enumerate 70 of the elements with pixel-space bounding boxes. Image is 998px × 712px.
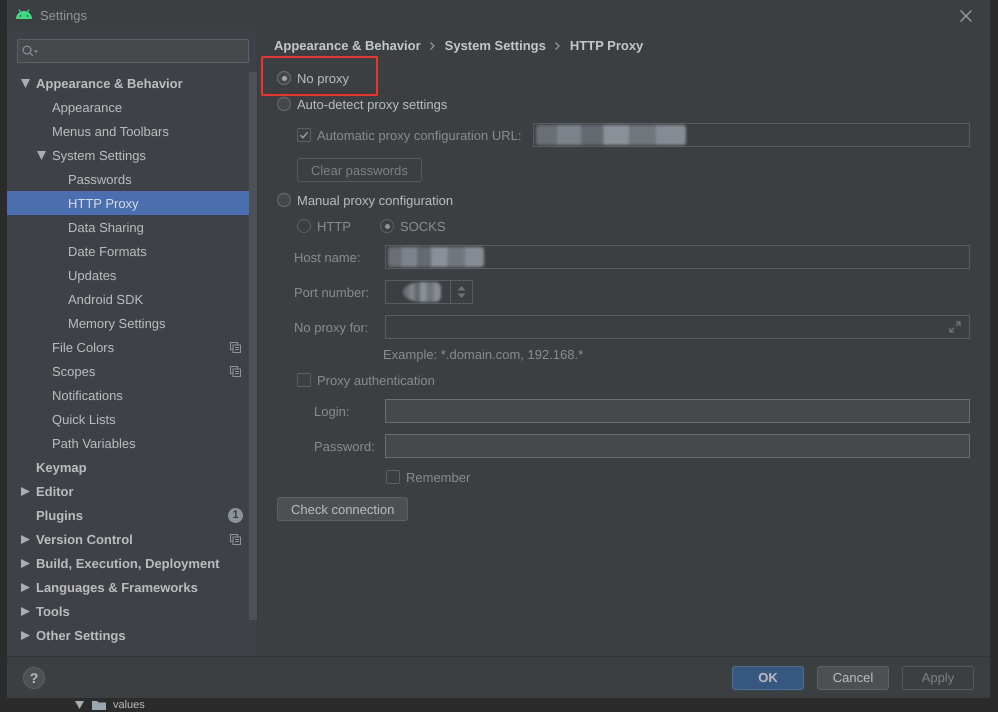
search-icon[interactable] (22, 45, 39, 57)
tree-item[interactable]: Tools (7, 599, 249, 623)
caret-down-icon[interactable] (37, 150, 46, 160)
tree-item[interactable]: Appearance (7, 95, 249, 119)
tree-item[interactable]: Scopes (7, 359, 249, 383)
field-label: Login: (314, 404, 350, 418)
url-field[interactable] (533, 123, 970, 147)
tree-item[interactable]: Notifications (7, 383, 249, 407)
radio-button[interactable] (277, 71, 291, 85)
chevron-right-icon (430, 42, 435, 50)
tree-item[interactable]: Other Settings (7, 623, 249, 647)
tree-item[interactable]: Appearance & Behavior (7, 71, 249, 95)
dialog-button[interactable]: OK (732, 666, 804, 690)
tree-item[interactable]: Build, Execution, Deployment (7, 551, 249, 575)
tree-item[interactable]: Keymap (7, 455, 249, 479)
password-field[interactable] (385, 434, 970, 458)
caret-right-icon[interactable] (21, 630, 30, 640)
radio-button[interactable] (277, 193, 291, 207)
text-field[interactable] (385, 399, 970, 423)
radio-option[interactable]: Auto-detect proxy settings (277, 94, 448, 114)
expand-icon[interactable] (949, 321, 961, 333)
text-field[interactable] (385, 315, 970, 339)
radio-button[interactable] (277, 97, 291, 111)
field-label: Host name: (294, 250, 362, 264)
caret-right-icon[interactable] (21, 558, 30, 568)
tree-item[interactable]: System Settings (7, 143, 249, 167)
caret-right-icon[interactable] (21, 606, 30, 616)
tree-item[interactable]: Date Formats (7, 239, 249, 263)
breadcrumb-item: HTTP Proxy (570, 38, 644, 53)
tree-item[interactable]: Plugins 1 (7, 503, 249, 527)
caret-right-icon[interactable] (21, 486, 30, 496)
window-title: Settings (40, 8, 87, 23)
close-icon[interactable] (960, 10, 972, 22)
radio-option[interactable]: No proxy (277, 68, 350, 88)
hint-text: Example: *.domain.com, 192.168.* (382, 347, 584, 363)
tree-item[interactable]: Languages & Frameworks (7, 575, 249, 599)
breadcrumb-item: System Settings (444, 38, 546, 53)
tree-item[interactable]: HTTP Proxy (7, 191, 249, 215)
tree-item[interactable]: Menus and Toolbars (7, 119, 249, 143)
field-label: Port number: (294, 284, 370, 300)
port-spinner[interactable] (385, 280, 473, 304)
chevron-right-icon (554, 42, 560, 50)
radio-option[interactable]: Manual proxy configuration (277, 190, 454, 210)
caret-down-icon[interactable] (21, 78, 30, 88)
count-badge: 1 (228, 508, 243, 522)
folder-icon (92, 700, 106, 710)
caret-down-icon[interactable] (75, 700, 84, 710)
tree-item[interactable]: Passwords (7, 167, 249, 191)
breadcrumb-item: Appearance & Behavior (274, 38, 421, 53)
field-label: Password: (314, 438, 376, 454)
tree-item[interactable]: Version Control (7, 527, 249, 551)
caret-right-icon[interactable] (21, 582, 30, 592)
field-label: No proxy for: (294, 320, 370, 334)
tree-item[interactable]: Data Sharing (7, 215, 249, 239)
tree-item[interactable]: Android SDK (7, 287, 249, 311)
check-connection-button[interactable]: Check connection (277, 497, 408, 521)
search-field[interactable] (17, 39, 249, 63)
folder-label[interactable]: values (113, 699, 145, 711)
tree-item[interactable]: Updates (7, 263, 249, 287)
android-head-icon (15, 8, 33, 18)
caret-right-icon[interactable] (21, 534, 30, 544)
tree-item[interactable]: Memory Settings (7, 311, 249, 335)
tree-item[interactable]: Quick Lists (7, 407, 249, 431)
tree-item[interactable]: Path Variables (7, 431, 249, 455)
help-button[interactable]: ? (23, 666, 45, 688)
tree-item[interactable]: Editor (7, 479, 249, 503)
scrollbar-thumb[interactable] (249, 72, 257, 620)
tree-item[interactable]: File Colors (7, 335, 249, 359)
dialog-button[interactable]: Cancel (817, 666, 889, 690)
text-field[interactable] (385, 245, 970, 269)
